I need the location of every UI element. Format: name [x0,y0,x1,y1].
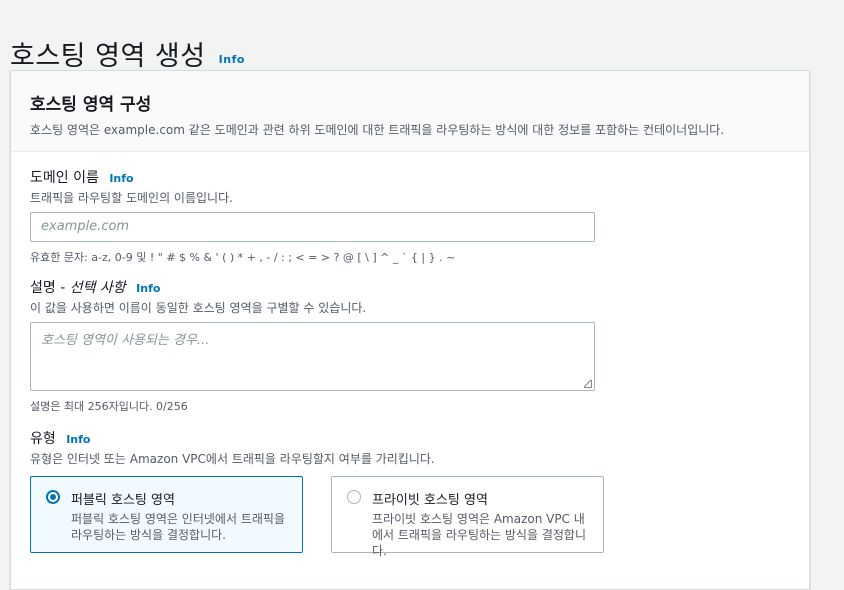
private-radio-button[interactable] [347,490,361,504]
type-radio-group: 퍼블릭 호스팅 영역 퍼블릭 호스팅 영역은 인터넷에서 트래픽을 라우팅하는 … [30,476,604,558]
domain-name-label: 도메인 이름 Info [30,167,595,187]
hosted-zone-config-panel: 호스팅 영역 구성 호스팅 영역은 example.com 같은 도메인과 관련… [10,70,810,590]
description-label-optional: 선택 사항 [69,280,126,296]
description-help-text: 이 값을 사용하면 이름이 동일한 호스팅 영역을 구별할 수 있습니다. [30,301,367,315]
resize-handle[interactable] [584,380,592,388]
private-hosted-zone-tile[interactable]: 프라이빗 호스팅 영역 프라이빗 호스팅 영역은 Amazon VPC 내에서 … [331,476,604,558]
private-tile-title: 프라이빗 호스팅 영역 [372,493,488,508]
page-info-link[interactable]: Info [219,53,245,66]
panel-description: 호스팅 영역은 example.com 같은 도메인과 관련 하위 도메인에 대… [30,123,725,137]
public-tile-title: 퍼블릭 호스팅 영역 [71,493,175,508]
description-textarea[interactable]: 호스팅 영역이 사용되는 경우... [30,322,595,391]
domain-name-label-text: 도메인 이름 [30,170,99,186]
type-label-text: 유형 [30,431,56,447]
panel-header: 호스팅 영역 구성 호스팅 영역은 example.com 같은 도메인과 관련… [11,71,809,152]
description-placeholder: 호스팅 영역이 사용되는 경우... [41,333,210,348]
domain-info-link[interactable]: Info [109,172,133,185]
type-label: 유형 Info [30,428,604,448]
type-description: 유형은 인터넷 또는 Amazon VPC에서 트래픽을 라우팅할지 여부를 가… [30,452,435,466]
private-tile-description: 프라이빗 호스팅 영역은 Amazon VPC 내에서 트래픽을 라우팅하는 방… [372,512,586,558]
domain-name-input[interactable]: example.com [30,212,595,242]
type-field: 유형 Info 유형은 인터넷 또는 Amazon VPC에서 트래픽을 라우팅… [30,428,604,558]
description-field: 설명 - 선택 사항 Info 이 값을 사용하면 이름이 동일한 호스팅 영역… [30,277,595,414]
domain-name-description: 트래픽을 라우팅할 도메인의 이름입니다. [30,191,233,205]
domain-name-constraint: 유효한 문자: a-z, 0-9 및 ! " # $ % & ' ( ) * +… [30,251,456,264]
panel-title: 호스팅 영역 구성 [30,95,152,115]
description-info-link[interactable]: Info [136,282,160,295]
type-info-link[interactable]: Info [66,433,90,446]
page-title-text: 호스팅 영역 생성 [10,41,206,73]
domain-name-field: 도메인 이름 Info 트래픽을 라우팅할 도메인의 이름입니다. exampl… [30,167,595,265]
description-constraint: 설명은 최대 256자입니다. 0/256 [30,400,188,413]
public-tile-description: 퍼블릭 호스팅 영역은 인터넷에서 트래픽을 라우팅하는 방식을 결정합니다. [71,512,285,542]
public-hosted-zone-tile[interactable]: 퍼블릭 호스팅 영역 퍼블릭 호스팅 영역은 인터넷에서 트래픽을 라우팅하는 … [30,476,303,553]
public-radio-button[interactable] [46,490,60,504]
page-title: 호스팅 영역 생성 Info [10,34,245,73]
description-label-text: 설명 - [30,280,70,296]
description-label: 설명 - 선택 사항 Info [30,277,595,297]
